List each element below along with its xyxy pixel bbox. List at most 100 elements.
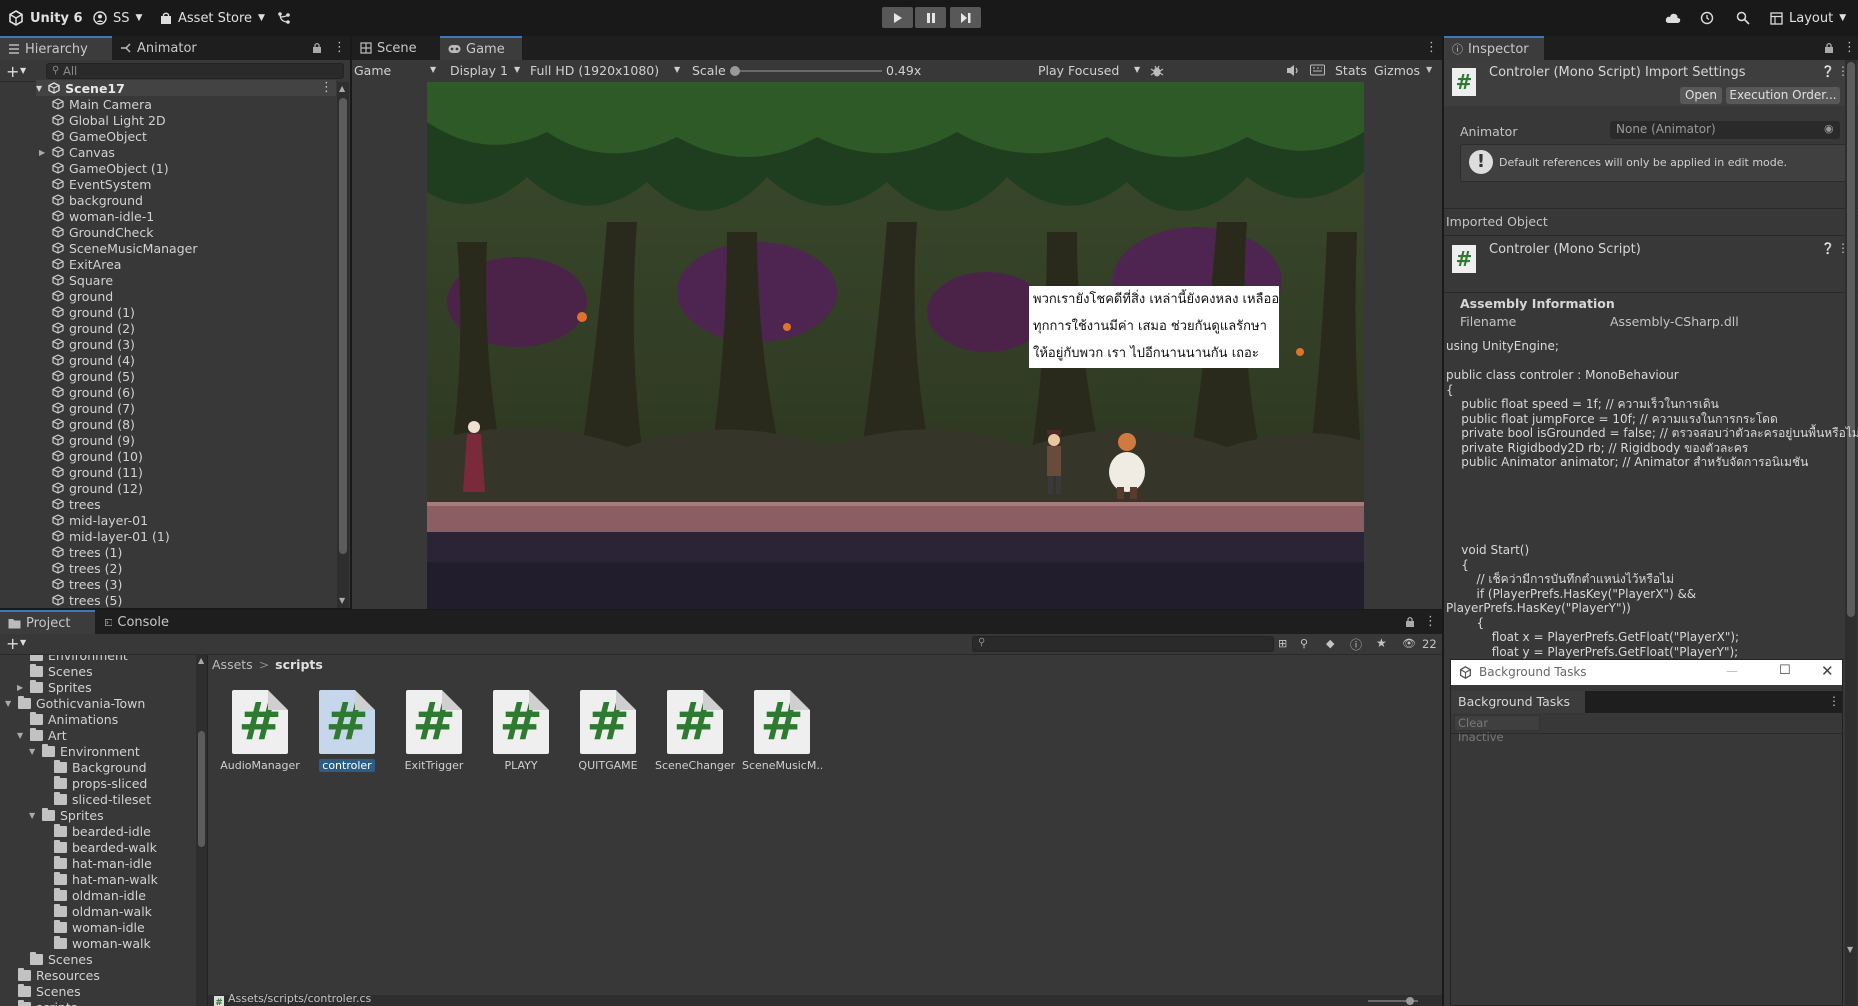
add-icon[interactable]: + <box>6 62 19 81</box>
folder-tree-item[interactable]: props-sliced <box>54 775 147 791</box>
hierarchy-item[interactable]: Global Light 2D <box>52 112 166 128</box>
hierarchy-item[interactable]: GameObject (1) <box>52 160 169 176</box>
account-dropdown[interactable]: SS ▼ <box>93 8 142 28</box>
hierarchy-item[interactable]: ▶ Canvas <box>39 144 115 160</box>
bug-icon[interactable] <box>1150 64 1164 78</box>
folder-tree-item[interactable]: oldman-idle <box>54 887 146 903</box>
hierarchy-item[interactable]: woman-idle-1 <box>52 208 154 224</box>
chevron-down-icon[interactable]: ▼ <box>17 731 23 740</box>
asset-item[interactable]: # AudioManager <box>220 690 300 772</box>
pause-button[interactable] <box>915 7 946 28</box>
folder-tree-item[interactable]: bearded-walk <box>54 839 157 855</box>
game-mode-dropdown[interactable]: Game ▼ <box>354 63 440 78</box>
asset-item[interactable]: # SceneChanger <box>655 690 735 772</box>
keyboard-icon[interactable] <box>1310 64 1325 76</box>
hierarchy-item[interactable]: GameObject <box>52 128 147 144</box>
play-button[interactable] <box>882 7 913 28</box>
hierarchy-item[interactable]: ground (9) <box>52 432 135 448</box>
folder-tree-item[interactable]: bearded-idle <box>54 823 151 839</box>
close-icon[interactable]: ✕ <box>1821 662 1834 680</box>
star-icon[interactable]: ★ <box>1376 636 1387 650</box>
hierarchy-item[interactable]: ground (6) <box>52 384 135 400</box>
tab-scene[interactable]: Scene <box>352 36 438 60</box>
folder-tree-item[interactable]: Environment <box>30 655 128 663</box>
search-button[interactable] <box>1736 8 1750 28</box>
lock-icon[interactable] <box>312 42 322 53</box>
info-icon[interactable]: ⓘ <box>1350 636 1362 653</box>
hierarchy-item[interactable]: ground (10) <box>52 448 143 464</box>
hierarchy-item[interactable]: ground (11) <box>52 464 143 480</box>
chevron-down-icon[interactable]: ▼ <box>29 811 35 820</box>
hierarchy-item[interactable]: trees <box>52 496 101 512</box>
breadcrumb-scripts[interactable]: scripts <box>275 657 323 672</box>
folder-tree-item[interactable]: ▼ Environment <box>29 743 140 759</box>
breadcrumb-assets[interactable]: Assets <box>212 657 253 672</box>
cloud-button[interactable] <box>1665 8 1681 28</box>
minimize-icon[interactable]: — <box>1726 664 1738 678</box>
hierarchy-item[interactable]: Main Camera <box>52 96 152 112</box>
chevron-right-icon[interactable]: ▶ <box>17 683 23 692</box>
chevron-down-icon[interactable]: ▼ <box>1426 65 1432 74</box>
folder-tree-item[interactable]: sliced-tileset <box>54 791 151 807</box>
search-by-type-icon[interactable]: ⊞ <box>1278 637 1287 650</box>
folder-tree-item[interactable]: Scenes <box>18 983 81 999</box>
object-picker-icon[interactable]: ◉ <box>1824 122 1834 135</box>
hierarchy-item[interactable]: ground (3) <box>52 336 135 352</box>
hierarchy-item[interactable]: background <box>52 192 143 208</box>
tab-console[interactable]: Console <box>97 610 177 634</box>
history-button[interactable] <box>1700 8 1714 28</box>
hierarchy-item[interactable]: ground (8) <box>52 416 135 432</box>
filter-icon[interactable]: ⚲ <box>1300 637 1308 650</box>
more-options-icon[interactable]: ⋮ <box>333 40 346 55</box>
play-focus-dropdown[interactable]: Play Focused ▼ <box>1038 63 1143 78</box>
folder-tree-item[interactable]: Background <box>54 759 147 775</box>
inspector-scrollbar[interactable]: ▼ <box>1845 60 1857 1006</box>
layout-dropdown[interactable]: Layout ▼ <box>1770 8 1846 28</box>
slider-handle[interactable] <box>1406 997 1414 1005</box>
folder-tree-scrollbar[interactable]: ▲ <box>196 655 207 1006</box>
more-options-icon[interactable]: ⋮ <box>1843 40 1856 55</box>
clear-inactive-button[interactable]: Clear Inactive <box>1454 715 1540 744</box>
maximize-icon[interactable]: ☐ <box>1779 663 1791 678</box>
folder-tree-item[interactable]: hat-man-walk <box>54 871 158 887</box>
scale-slider[interactable] <box>730 66 882 76</box>
asset-item[interactable]: # SceneMusicM... <box>742 690 822 772</box>
chevron-down-icon[interactable]: ▼ <box>20 66 26 75</box>
slider-handle[interactable] <box>730 66 740 76</box>
resolution-dropdown[interactable]: Full HD (1920x1080) ▼ <box>530 63 682 78</box>
add-icon[interactable]: + <box>6 634 19 653</box>
asset-item[interactable]: # controler <box>307 690 387 775</box>
help-icon[interactable]: ❔ <box>1821 65 1835 78</box>
hierarchy-item[interactable]: ground (7) <box>52 400 135 416</box>
tab-animator[interactable]: Animator <box>112 36 207 60</box>
folder-tree-item[interactable]: ▶ Sprites <box>17 679 92 695</box>
more-options-icon[interactable]: ⋮ <box>1425 40 1438 55</box>
asset-item[interactable]: # PLAYY <box>481 690 561 772</box>
gizmos-toggle[interactable]: Gizmos <box>1374 63 1420 78</box>
folder-tree-item[interactable]: ▼ Gothicvania-Town <box>5 695 145 711</box>
icon-size-slider[interactable] <box>1368 997 1418 1005</box>
scene-row[interactable]: ▼ Scene17 <box>36 80 336 96</box>
lock-icon[interactable] <box>1405 616 1415 627</box>
more-options-icon[interactable]: ⋮ <box>1828 694 1840 708</box>
hierarchy-item[interactable]: ground (5) <box>52 368 135 384</box>
asset-item[interactable]: # ExitTrigger <box>394 690 474 772</box>
step-button[interactable] <box>950 7 981 28</box>
tab-background-tasks[interactable]: Background Tasks <box>1451 691 1585 713</box>
execution-order-button[interactable]: Execution Order... <box>1726 87 1840 104</box>
open-button[interactable]: Open <box>1680 87 1722 104</box>
hierarchy-item[interactable]: trees (5) <box>52 592 122 608</box>
visibility-icon[interactable]: 👁 <box>1402 637 1416 650</box>
version-control-button[interactable] <box>277 8 291 28</box>
folder-tree-item[interactable]: woman-walk <box>54 935 151 951</box>
scrollbar-thumb[interactable] <box>339 98 347 554</box>
hierarchy-item[interactable]: trees (1) <box>52 544 122 560</box>
tab-game[interactable]: Game <box>440 36 522 60</box>
hierarchy-item[interactable]: Square <box>52 272 113 288</box>
hierarchy-item[interactable]: ground (1) <box>52 304 135 320</box>
animator-object-field[interactable]: None (Animator) ◉ <box>1610 121 1840 139</box>
hierarchy-item[interactable]: ground <box>52 288 113 304</box>
hierarchy-item[interactable]: ground (4) <box>52 352 135 368</box>
hierarchy-item[interactable]: trees (2) <box>52 560 122 576</box>
tab-inspector[interactable]: ⓘ Inspector <box>1444 36 1544 60</box>
